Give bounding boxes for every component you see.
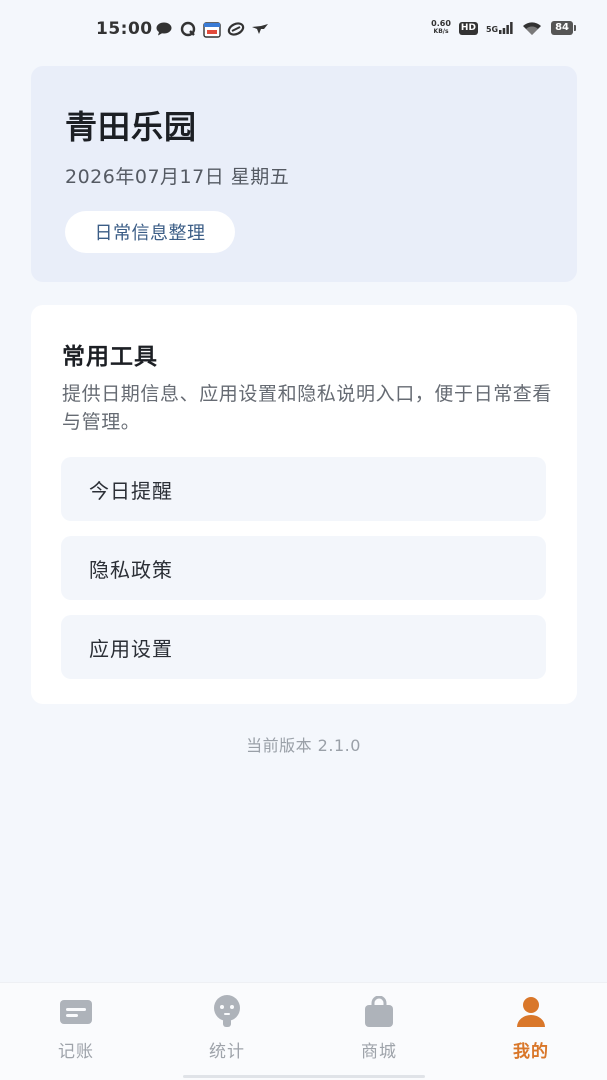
hd-badge: HD xyxy=(458,21,478,35)
daily-info-tag[interactable]: 日常信息整理 xyxy=(65,211,235,253)
status-time: 15:00 xyxy=(96,19,153,39)
nav-label-ledger: 记账 xyxy=(58,1042,94,1062)
app-screen: 15:00 0.60 KB/s HD 5G 84 青田乐园 2026年07月17… xyxy=(0,0,607,1080)
ledger-icon xyxy=(58,995,94,1029)
tool-item-app-settings[interactable]: 应用设置 xyxy=(61,615,546,679)
nav-item-mine[interactable]: 我的 xyxy=(481,995,581,1065)
current-date: 2026年07月17日 星期五 xyxy=(65,166,290,188)
nav-item-stats[interactable]: 统计 xyxy=(177,995,277,1065)
tools-description: 提供日期信息、应用设置和隐私说明入口，便于日常查看与管理。 xyxy=(62,383,553,433)
header-card: 青田乐园 2026年07月17日 星期五 日常信息整理 xyxy=(31,66,577,282)
wifi-icon xyxy=(521,20,543,36)
stats-icon xyxy=(209,995,245,1029)
nav-label-shop: 商城 xyxy=(361,1042,397,1062)
calendar-app-icon xyxy=(203,21,221,38)
home-indicator[interactable] xyxy=(183,1075,425,1078)
signal-icon: 5G xyxy=(486,22,513,34)
tools-title: 常用工具 xyxy=(62,344,158,370)
system-icons: 0.60 KB/s HD 5G 84 xyxy=(431,19,576,36)
battery-icon: 84 xyxy=(551,21,576,35)
shopping-bag-icon xyxy=(361,995,397,1029)
version-text: 当前版本 2.1.0 xyxy=(246,736,361,755)
notification-icons xyxy=(155,21,269,38)
user-icon xyxy=(513,995,549,1029)
nav-label-mine: 我的 xyxy=(513,1042,549,1062)
nav-item-ledger[interactable]: 记账 xyxy=(26,995,126,1065)
qq-icon xyxy=(179,21,197,37)
status-bar: 15:00 0.60 KB/s HD 5G 84 xyxy=(0,0,607,60)
network-speed: 0.60 KB/s xyxy=(431,19,451,36)
chat-bubble-icon xyxy=(155,21,173,37)
tools-card: 常用工具 提供日期信息、应用设置和隐私说明入口，便于日常查看与管理。 今日提醒 … xyxy=(31,305,577,704)
app-title: 青田乐园 xyxy=(65,108,198,146)
link-icon xyxy=(227,21,245,37)
tool-item-privacy-policy[interactable]: 隐私政策 xyxy=(61,536,546,600)
nav-item-shop[interactable]: 商城 xyxy=(329,995,429,1065)
tool-item-today-reminder[interactable]: 今日提醒 xyxy=(61,457,546,521)
bottom-nav: 记账 统计 商城 我的 xyxy=(0,982,607,1080)
nav-label-stats: 统计 xyxy=(209,1042,245,1062)
bird-icon xyxy=(251,21,269,37)
